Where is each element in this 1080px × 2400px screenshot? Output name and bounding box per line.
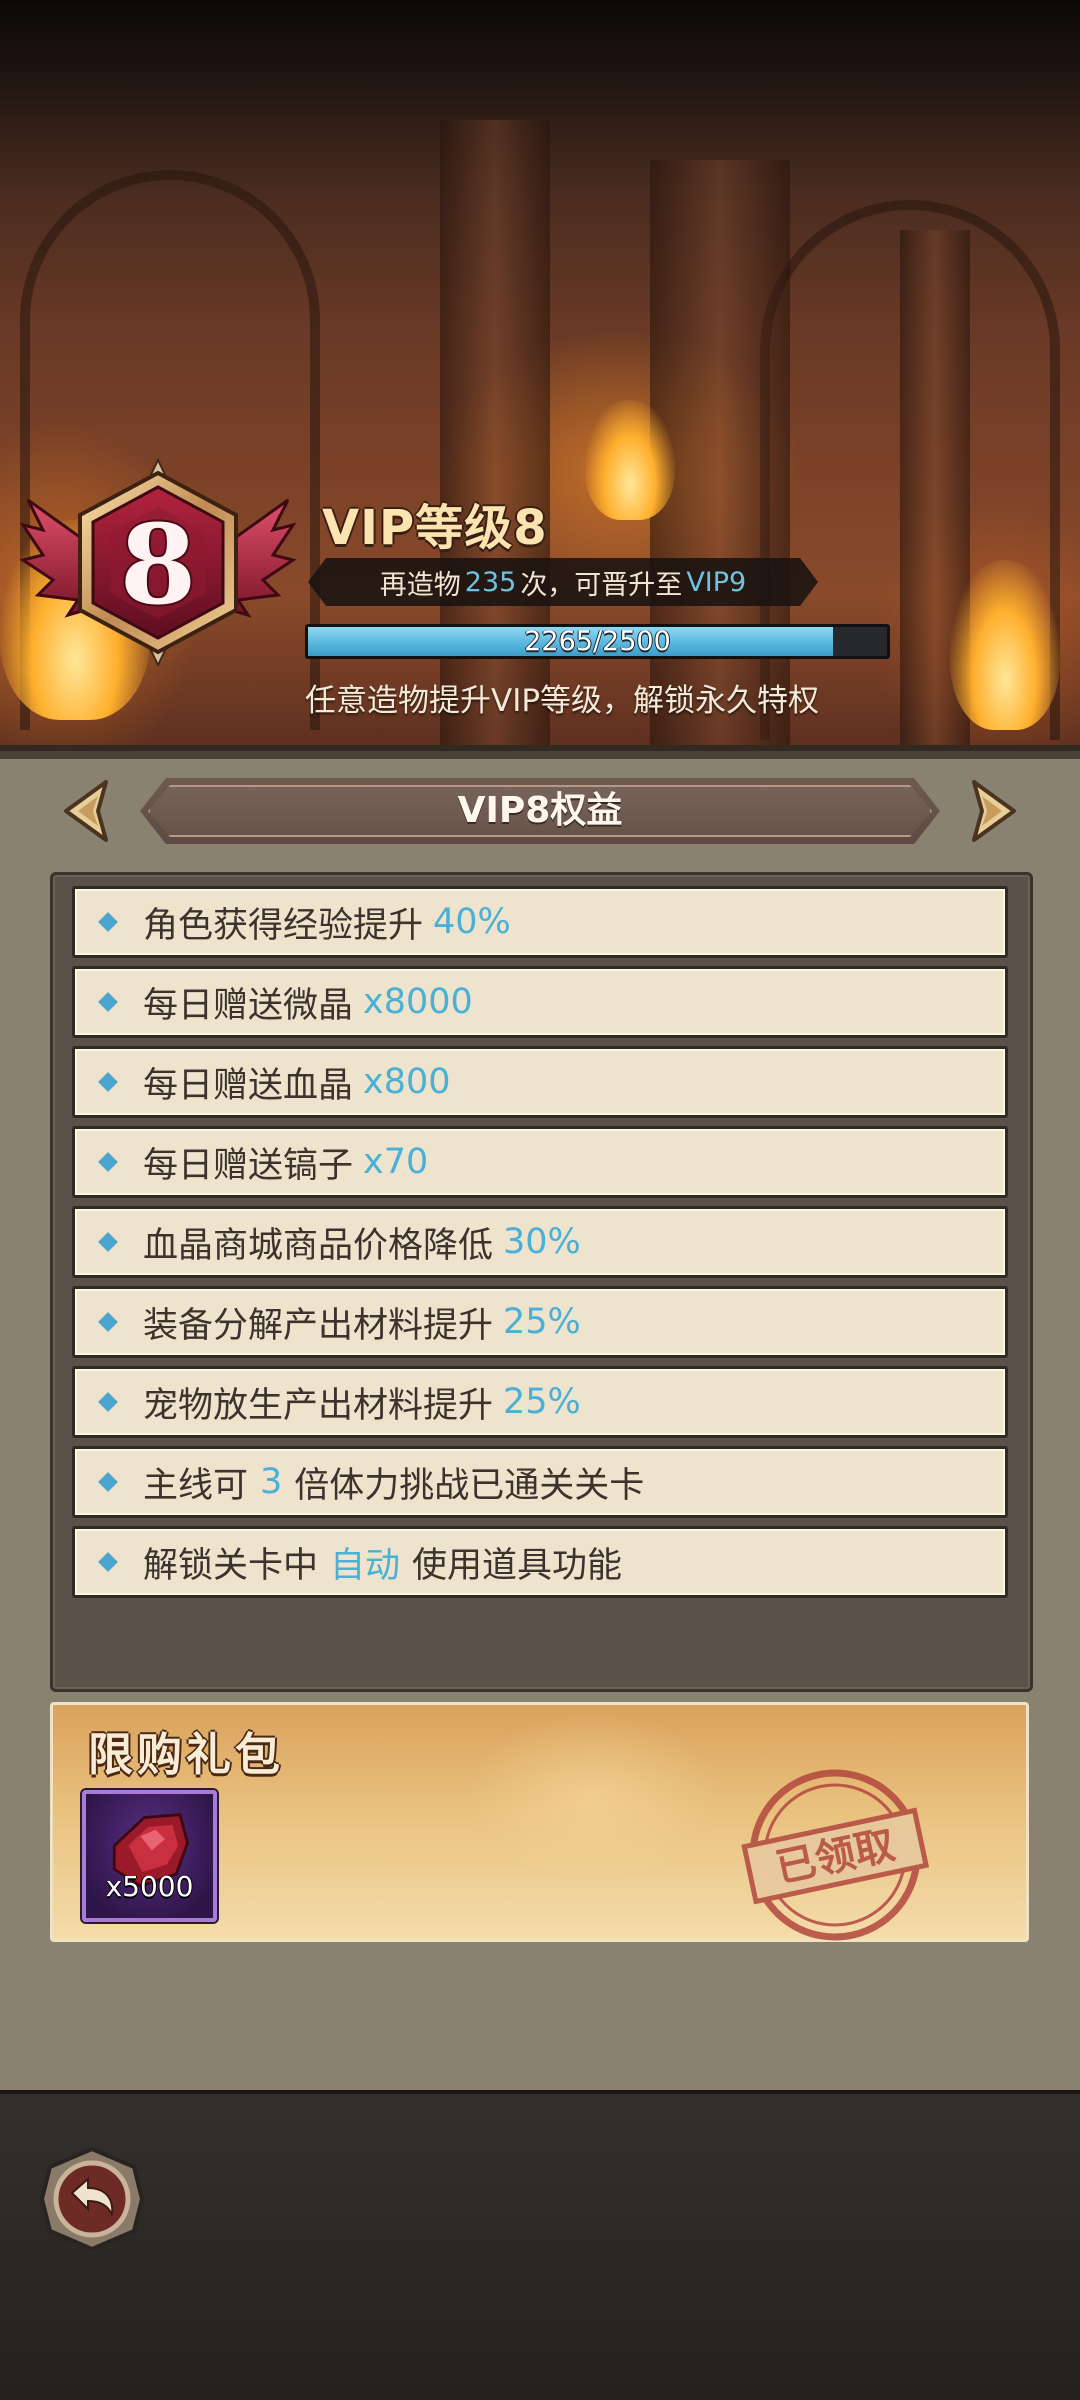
benefit-row: 装备分解产出材料提升 25% (72, 1286, 1008, 1358)
benefit-row: 血晶商城商品价格降低 30% (72, 1206, 1008, 1278)
gift-item-count: x5000 (105, 1870, 194, 1903)
diamond-bullet-icon (98, 1152, 118, 1172)
next-vip-level: VIP9 (686, 566, 747, 598)
benefit-text: 装备分解产出材料提升 (143, 1305, 494, 1346)
vip-progress-text: 2265/2500 (524, 626, 671, 657)
bottom-bar (0, 2090, 1080, 2400)
benefit-value: 3 (260, 1462, 283, 1502)
benefit-value: 30% (503, 1222, 581, 1262)
benefit-text: 主线可 (143, 1465, 249, 1506)
benefit-row: 每日赠送微晶 x8000 (72, 966, 1008, 1038)
benefit-value: x800 (363, 1062, 451, 1102)
benefit-row: 主线可 3 倍体力挑战已通关关卡 (72, 1446, 1008, 1518)
diamond-bullet-icon (98, 1472, 118, 1492)
benefit-row: 每日赠送血晶 x800 (72, 1046, 1008, 1118)
claimed-stamp: 已领取 (741, 1769, 930, 1941)
benefit-value: 25% (503, 1302, 581, 1342)
torch-flame (950, 560, 1060, 730)
benefit-text: 每日赠送镐子 (143, 1145, 354, 1186)
benefit-value: x8000 (363, 982, 473, 1022)
benefit-suffix: 使用道具功能 (412, 1545, 623, 1586)
benefits-title: VIP8权益 (457, 790, 623, 831)
vip-level-title: VIP等级8 (322, 500, 548, 556)
prev-level-arrow-icon[interactable] (62, 778, 120, 844)
vip-level-badge-icon: 8 (19, 457, 297, 668)
benefit-value: 自动 (330, 1545, 401, 1586)
benefit-row: 角色获得经验提升 40% (72, 886, 1008, 958)
benefit-suffix: 倍体力挑战已通关关卡 (294, 1465, 645, 1506)
benefit-value: x70 (363, 1142, 429, 1182)
upgrade-count: 235 (464, 566, 517, 598)
upgrade-prefix: 再造物 (379, 569, 461, 601)
diamond-bullet-icon (98, 1232, 118, 1252)
benefit-value: 40% (433, 902, 511, 942)
back-button[interactable] (38, 2145, 146, 2253)
diamond-bullet-icon (98, 1072, 118, 1092)
torch-flame (585, 400, 675, 520)
vip-hint-text: 任意造物提升VIP等级，解锁永久特权 (305, 683, 820, 719)
benefit-row: 每日赠送镐子 x70 (72, 1126, 1008, 1198)
diamond-bullet-icon (98, 1552, 118, 1572)
benefit-text: 每日赠送血晶 (143, 1065, 354, 1106)
diamond-bullet-icon (98, 1392, 118, 1412)
benefit-text: 角色获得经验提升 (143, 905, 424, 946)
benefit-row: 宠物放生产出材料提升 25% (72, 1366, 1008, 1438)
diamond-bullet-icon (98, 992, 118, 1012)
badge-number: 8 (120, 500, 197, 629)
diamond-bullet-icon (98, 1312, 118, 1332)
upgrade-requirement: 再造物 235 次，可晋升至 VIP9 (308, 558, 818, 606)
benefit-text: 解锁关卡中 (143, 1545, 319, 1586)
benefit-value: 25% (503, 1382, 581, 1422)
benefit-text: 血晶商城商品价格降低 (143, 1225, 494, 1266)
diamond-bullet-icon (98, 912, 118, 932)
vip-progress-bar: 2265/2500 (305, 624, 890, 659)
benefit-text: 每日赠送微晶 (143, 985, 354, 1026)
next-level-arrow-icon[interactable] (960, 778, 1018, 844)
gift-title: 限购礼包 (88, 1728, 285, 1781)
upgrade-middle: 次，可晋升至 (520, 569, 683, 601)
benefit-text: 宠物放生产出材料提升 (143, 1385, 494, 1426)
benefit-row: 解锁关卡中 自动 使用道具功能 (72, 1526, 1008, 1598)
